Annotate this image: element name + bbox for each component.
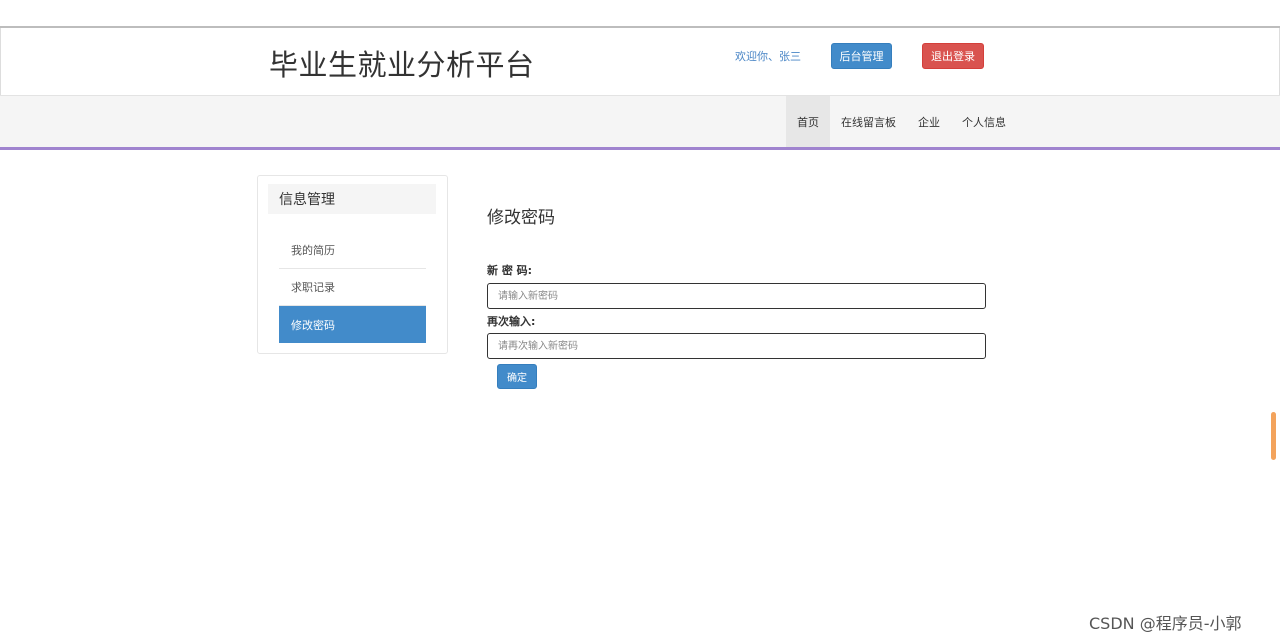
new-password-input[interactable] <box>487 283 986 309</box>
nav-item-company[interactable]: 企业 <box>907 96 951 148</box>
welcome-text: 欢迎你、张三 <box>735 50 801 63</box>
scroll-handle[interactable] <box>1271 412 1276 460</box>
admin-button[interactable]: 后台管理 <box>831 43 892 69</box>
sidebar-item-job-records[interactable]: 求职记录 <box>279 269 426 306</box>
sidebar-item-change-password[interactable]: 修改密码 <box>279 306 426 343</box>
site-header: 毕业生就业分析平台 欢迎你、张三 后台管理 退出登录 <box>0 28 1280 95</box>
sidebar-heading: 信息管理 <box>268 184 436 214</box>
nav-items: 首页 在线留言板 企业 个人信息 <box>786 96 1017 148</box>
new-password-label: 新 密 码: <box>487 264 533 277</box>
nav-item-profile[interactable]: 个人信息 <box>951 96 1017 148</box>
nav-item-message-board[interactable]: 在线留言板 <box>830 96 907 148</box>
nav-accent-bar <box>0 147 1280 150</box>
site-title: 毕业生就业分析平台 <box>269 48 535 82</box>
confirm-password-input[interactable] <box>487 333 986 359</box>
confirm-button[interactable]: 确定 <box>497 364 537 389</box>
page-title: 修改密码 <box>487 208 555 228</box>
nav-item-home[interactable]: 首页 <box>786 96 830 148</box>
sidebar-item-resume[interactable]: 我的简历 <box>279 232 426 269</box>
sidebar-menu: 我的简历 求职记录 修改密码 <box>279 232 426 343</box>
watermark: CSDN @程序员-小郭 <box>1089 614 1242 633</box>
confirm-password-label: 再次输入: <box>487 315 536 328</box>
logout-button[interactable]: 退出登录 <box>922 43 984 69</box>
sidebar-panel: 信息管理 我的简历 求职记录 修改密码 <box>257 175 448 354</box>
main-navbar: 首页 在线留言板 企业 个人信息 <box>0 95 1280 148</box>
